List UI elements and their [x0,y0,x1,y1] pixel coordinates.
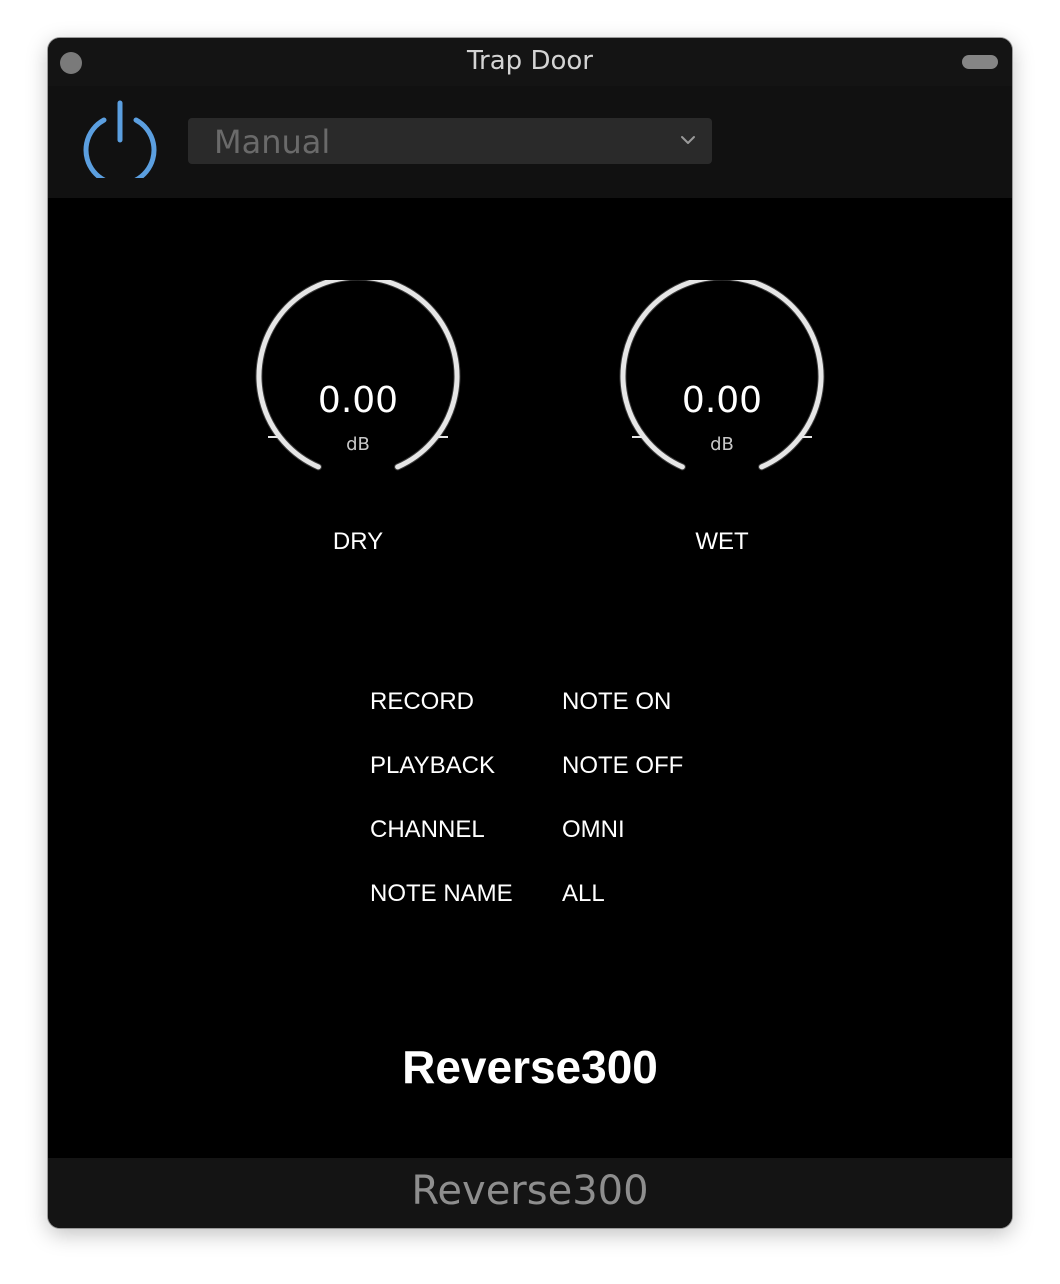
chevron-down-icon [681,136,695,144]
param-channel-label: CHANNEL [370,816,485,843]
wet-knob-unit: dB [710,434,734,455]
dry-knob-label: DRY [332,528,384,555]
title-bar: Trap Door [48,38,1012,86]
wet-knob-value: 0.00 [681,380,763,421]
wet-knob-label: WET [695,528,749,555]
preset-dropdown[interactable]: Manual [188,118,712,164]
param-record-label: RECORD [370,688,475,715]
param-note-name-value[interactable]: ALL [562,880,605,908]
param-record-value[interactable]: NOTE ON [562,688,671,716]
plugin-logo: Reverse300 [402,1041,658,1093]
window-title: Trap Door [467,46,593,76]
param-note-name-label: NOTE NAME [370,880,513,907]
preset-value: Manual [214,123,331,161]
footer-plugin-name: Reverse300 [411,1168,649,1214]
param-playback-label: PLAYBACK [370,752,495,779]
plugin-window: Trap Door Manual 0.00 dB DRY 0.00 dB WET… [48,38,1012,1228]
wet-knob[interactable]: 0.00 dB [612,280,832,500]
param-channel-value[interactable]: OMNI [562,816,625,844]
dry-knob[interactable]: 0.00 dB [248,280,468,500]
power-button[interactable] [80,98,160,187]
param-playback-value[interactable]: NOTE OFF [562,752,683,780]
dry-knob-value: 0.00 [317,380,399,421]
collapse-button[interactable] [962,55,998,69]
footer-bar: Reverse300 [48,1158,1012,1228]
power-icon [83,100,157,187]
plugin-panel: 0.00 dB DRY 0.00 dB WET RECORD NOTE ON P… [48,198,1012,1158]
dry-knob-unit: dB [346,434,370,455]
